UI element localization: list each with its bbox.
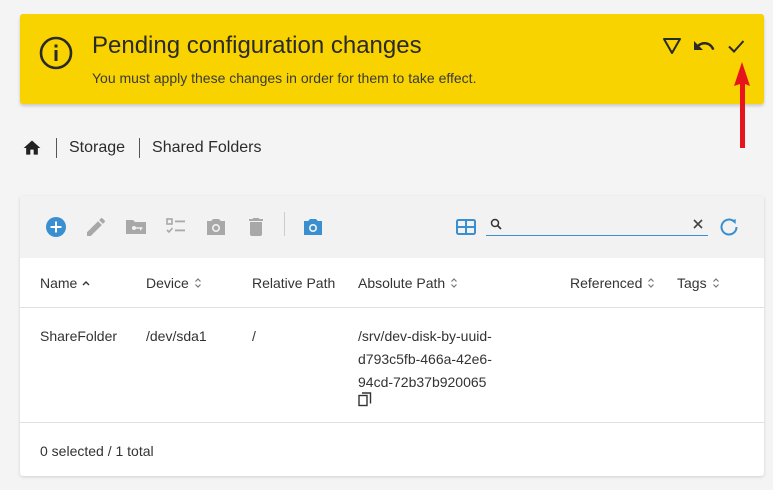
column-header-absolute-path[interactable]: Absolute Path [358, 275, 459, 291]
grid-icon[interactable] [454, 215, 478, 239]
sort-icon [451, 278, 458, 288]
cell-absolute-path: /srv/dev-disk-by-uuid- d793c5fb-466a-42e… [358, 325, 492, 394]
cell-name: ShareFolder [40, 328, 118, 344]
checklist-icon[interactable] [164, 215, 188, 239]
search-box [486, 214, 708, 236]
annotation-arrow [734, 62, 750, 148]
table-header: Name Device Relative Path Absolute Path … [20, 258, 764, 308]
column-header-label: Name [40, 275, 78, 291]
delete-icon[interactable] [244, 215, 268, 239]
banner-subtitle: You must apply these changes in order fo… [92, 70, 477, 86]
table-row[interactable]: ShareFolder /dev/sda1 / /srv/dev-disk-by… [20, 308, 764, 423]
breadcrumb-shared-folders: Shared Folders [152, 139, 262, 156]
edit-icon[interactable] [84, 215, 108, 239]
snapshot-icon[interactable] [204, 215, 228, 239]
copy-icon[interactable] [358, 392, 372, 408]
column-header-name[interactable]: Name [40, 275, 91, 291]
toolbar [20, 196, 764, 258]
undo-icon[interactable] [692, 34, 716, 58]
banner-title: Pending configuration changes [92, 32, 422, 59]
folder-key-icon[interactable] [124, 215, 148, 239]
toolbar-divider [284, 212, 285, 236]
add-icon[interactable] [44, 215, 68, 239]
column-header-label: Referenced [570, 275, 643, 291]
cell-device: /dev/sda1 [146, 328, 207, 344]
shared-folders-card: Name Device Relative Path Absolute Path … [20, 196, 764, 476]
column-header-relative-path[interactable]: Relative Path [252, 275, 335, 291]
column-header-label: Device [146, 275, 189, 291]
absolute-path-line: /srv/dev-disk-by-uuid- [358, 328, 492, 344]
column-header-label: Relative Path [252, 275, 336, 291]
snapshot-active-icon[interactable] [301, 215, 325, 239]
clear-search-icon[interactable] [691, 217, 705, 231]
breadcrumb-storage[interactable]: Storage [69, 139, 125, 157]
breadcrumb-separator [56, 138, 57, 158]
column-header-label: Tags [677, 275, 707, 291]
breadcrumb: Storage Shared Folders [22, 136, 261, 160]
info-icon [39, 36, 73, 70]
pending-changes-banner: Pending configuration changes You must a… [20, 14, 764, 104]
absolute-path-line: 94cd-72b37b920065 [358, 374, 487, 390]
sort-icon [712, 278, 719, 288]
home-icon[interactable] [22, 138, 42, 158]
selection-summary: 0 selected / 1 total [40, 443, 154, 459]
column-header-device[interactable]: Device [146, 275, 203, 291]
refresh-icon[interactable] [717, 215, 741, 239]
search-input[interactable] [508, 214, 682, 234]
column-header-tags[interactable]: Tags [677, 275, 721, 291]
column-header-label: Absolute Path [358, 275, 446, 291]
absolute-path-line: d793c5fb-466a-42e6- [358, 351, 492, 367]
sort-icon [194, 278, 201, 288]
sort-icon [648, 278, 655, 288]
sort-ascending-icon [82, 281, 90, 286]
filter-icon[interactable] [660, 34, 684, 58]
check-icon[interactable] [724, 34, 748, 58]
column-header-referenced[interactable]: Referenced [570, 275, 656, 291]
cell-relative-path: / [252, 328, 256, 344]
search-icon [490, 217, 502, 230]
breadcrumb-separator [139, 138, 141, 158]
